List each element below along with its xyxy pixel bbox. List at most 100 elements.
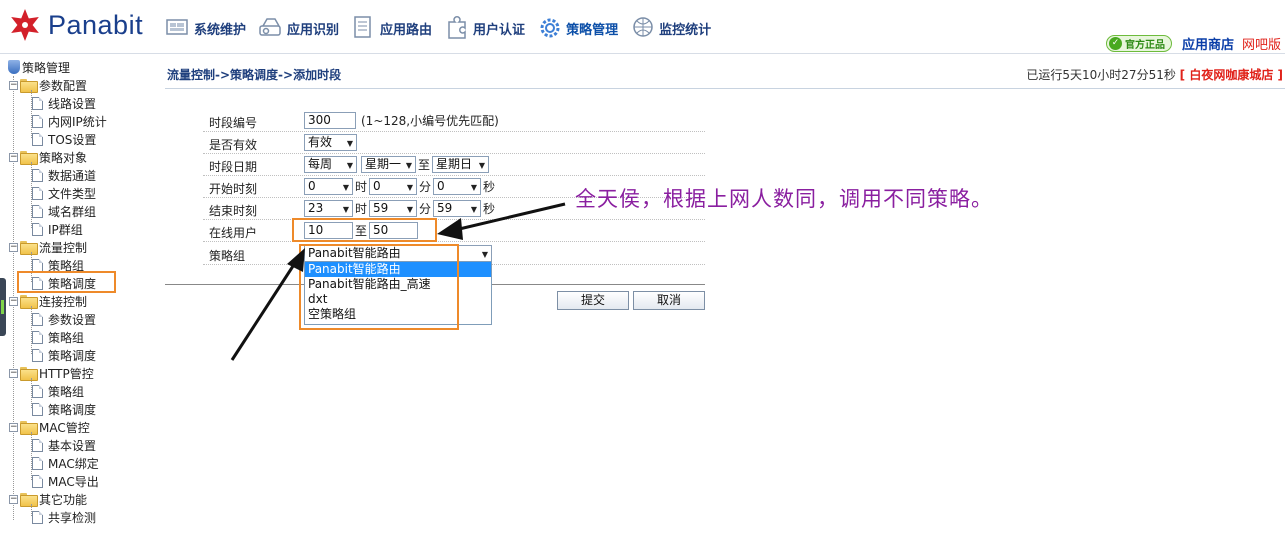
sidebar-tree: 策略管理 − 参数配置 线路设置 内网IP统计 TOS设置 − 策略对象 数据通… [0, 58, 160, 541]
folder-icon [20, 295, 38, 309]
tree-item[interactable]: 域名群组 [32, 202, 96, 220]
page-icon [32, 204, 43, 218]
tree-item[interactable]: 策略调度 [32, 400, 96, 418]
folder-icon [20, 151, 38, 165]
panabit-logo-icon [11, 9, 39, 41]
tree-group-http[interactable]: − HTTP管控 [9, 364, 94, 382]
header-right: ✓ 官方正品 应用商店 网吧版 [1105, 34, 1281, 53]
annotation-arrows [230, 202, 566, 361]
tree-root-label: 策略管理 [22, 60, 71, 75]
tree-item-label: 策略组 [48, 384, 85, 399]
page-icon [32, 258, 43, 272]
tree-group-label: 流量控制 [39, 240, 88, 255]
side-collapse-tab[interactable] [0, 278, 6, 336]
system-maintenance-icon [166, 19, 188, 35]
nav-label: 监控统计 [659, 22, 712, 38]
tree-item[interactable]: 基本设置 [32, 436, 96, 454]
sidebar-highlight-box [17, 271, 116, 293]
tree-item[interactable]: TOS设置 [32, 130, 96, 148]
nav-user-auth[interactable]: 用户认证 [443, 14, 525, 42]
folder-icon [20, 367, 38, 381]
tree-item-label: 域名群组 [48, 204, 97, 219]
page-icon [32, 474, 43, 488]
nav-monitoring[interactable]: 监控统计 [629, 14, 711, 42]
official-badge-label: 官方正品 [1124, 40, 1165, 51]
app-recognition-icon [259, 18, 281, 36]
arrow-to-dropdown [230, 248, 305, 361]
tree-group-label: HTTP管控 [39, 366, 94, 381]
netbar-edition-link[interactable]: 网吧版 [1242, 34, 1281, 53]
tree-item-label: 策略调度 [48, 402, 97, 417]
nav-app-routing[interactable]: 应用路由 [350, 14, 432, 42]
nav-policy-management[interactable]: 策略管理 [536, 14, 618, 42]
logo: Panabit [8, 8, 143, 42]
tree-group-label: 其它功能 [39, 492, 88, 507]
page-icon [32, 168, 43, 182]
tree-group-mac[interactable]: − MAC管控 [9, 418, 90, 436]
brand-name: Panabit [48, 9, 144, 40]
tree-item-label: 基本设置 [48, 438, 97, 453]
collapse-icon[interactable]: − [9, 242, 18, 252]
monitoring-icon [633, 17, 653, 37]
tree-item[interactable]: MAC导出 [32, 472, 99, 490]
nav-label: 应用识别 [287, 22, 340, 38]
collapse-icon[interactable]: − [9, 152, 18, 162]
folder-icon [20, 79, 38, 93]
collapse-icon[interactable]: − [9, 296, 18, 306]
tree-item-label: TOS设置 [48, 132, 97, 147]
tree-root[interactable]: 策略管理 [8, 58, 70, 76]
tree-group-other[interactable]: − 其它功能 [9, 490, 87, 508]
tree-item[interactable]: 线路设置 [32, 94, 96, 112]
page-icon [32, 132, 43, 146]
nav-system-maintenance[interactable]: 系统维护 [164, 14, 246, 42]
page-icon [32, 510, 43, 524]
check-icon: ✓ [1108, 37, 1122, 50]
tree-item-label: 策略组 [48, 330, 85, 345]
tree-item-label: 数据通道 [48, 168, 97, 183]
tree-item-label: 策略调度 [48, 348, 97, 363]
tree-item-label: 参数设置 [48, 312, 97, 327]
tree-item-label: IP群组 [48, 222, 83, 237]
page-icon [32, 348, 43, 362]
tree-item[interactable]: 策略组 [32, 382, 84, 400]
tree-group-traffic[interactable]: − 流量控制 [9, 238, 87, 256]
folder-icon [20, 421, 38, 435]
nav-app-recognition[interactable]: 应用识别 [257, 14, 339, 42]
app-store-link[interactable]: 应用商店 [1182, 34, 1234, 53]
tree-item-label: 线路设置 [48, 96, 97, 111]
tree-group-params[interactable]: − 参数配置 [9, 76, 87, 94]
tree-item-label: 内网IP统计 [48, 114, 107, 129]
page-icon [32, 456, 43, 470]
collapse-icon[interactable]: − [9, 368, 18, 378]
nav-label: 用户认证 [473, 22, 526, 38]
collapse-icon[interactable]: − [9, 80, 18, 90]
top-nav: 系统维护 应用识别 应用路由 用户认证 策略管理 监控统计 [164, 14, 722, 42]
tree-group-connection[interactable]: − 连接控制 [9, 292, 87, 310]
tree-item-label: MAC导出 [48, 474, 99, 489]
page-icon [32, 312, 43, 326]
collapse-icon[interactable]: − [9, 422, 18, 432]
nav-label: 系统维护 [194, 22, 247, 38]
folder-icon [20, 493, 38, 507]
page-icon [32, 384, 43, 398]
page-icon [32, 186, 43, 200]
tree-group-objects[interactable]: − 策略对象 [9, 148, 87, 166]
tree-item[interactable]: 文件类型 [32, 184, 96, 202]
tree-item[interactable]: 策略调度 [32, 346, 96, 364]
tree-item-label: 共享检测 [48, 510, 97, 525]
tree-item[interactable]: 策略组 [32, 328, 84, 346]
tree-item[interactable]: 共享检测 [32, 508, 96, 526]
official-badge[interactable]: ✓ 官方正品 [1105, 35, 1172, 52]
tree-item[interactable]: 参数设置 [32, 310, 96, 328]
page-icon [32, 96, 43, 110]
tree-group-label: 连接控制 [39, 294, 88, 309]
collapse-icon[interactable]: − [9, 494, 18, 504]
nav-label: 应用路由 [380, 22, 433, 38]
tree-item[interactable]: 数据通道 [32, 166, 96, 184]
page-icon [32, 438, 43, 452]
nav-label: 策略管理 [566, 22, 619, 38]
tree-item[interactable]: IP群组 [32, 220, 83, 238]
tree-item[interactable]: 内网IP统计 [32, 112, 107, 130]
tree-item[interactable]: MAC绑定 [32, 454, 99, 472]
user-auth-icon [448, 16, 466, 39]
